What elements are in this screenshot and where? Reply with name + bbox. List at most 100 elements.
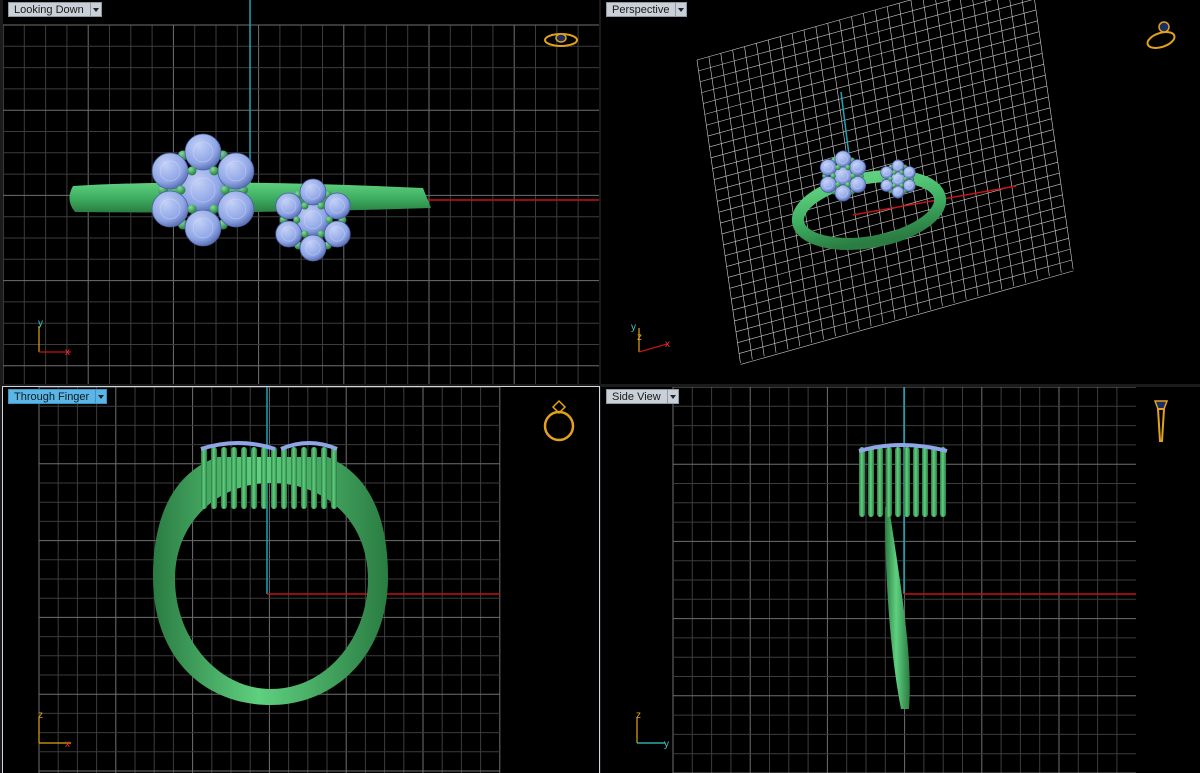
axis-label-b: x [65, 739, 70, 749]
viewport-title: Looking Down [8, 2, 90, 17]
gemstone [275, 220, 303, 248]
axis-label-a: y [38, 318, 43, 329]
prong [211, 447, 217, 509]
prong [281, 447, 287, 509]
prong [301, 447, 307, 509]
gemstone [819, 159, 837, 176]
axis-label-b: y [664, 739, 669, 749]
prong [231, 447, 237, 509]
prong [888, 176, 893, 182]
viewport-side-view[interactable]: Side View z y [601, 387, 1200, 773]
prong [886, 447, 892, 517]
viewport-menu-button[interactable] [89, 2, 102, 17]
ring-perspective-icon[interactable] [1143, 18, 1183, 52]
prong [325, 216, 333, 224]
gemstone [891, 185, 905, 199]
viewport-menu-button[interactable] [675, 2, 688, 17]
gemstone [184, 133, 222, 171]
prong [845, 164, 851, 171]
prong [835, 164, 841, 171]
chevron-down-icon [92, 7, 99, 12]
gemstone [891, 159, 905, 173]
ring-shank [885, 507, 910, 709]
gemstone [834, 184, 852, 202]
axis-label-a: z [636, 710, 641, 721]
gem-row [280, 441, 338, 451]
prong [331, 447, 337, 509]
ring-shank [153, 457, 388, 705]
prong [187, 204, 197, 214]
viewport-title: Through Finger [8, 389, 96, 404]
prong [311, 447, 317, 509]
prong [271, 447, 277, 509]
gemstone [323, 220, 351, 248]
axis-triad: y x [38, 318, 71, 358]
side-view-scene[interactable] [601, 387, 1200, 773]
viewport-looking-down[interactable]: Looking Down y x [3, 0, 599, 384]
prong [891, 170, 897, 175]
prong [176, 185, 186, 195]
viewport-tab-perspective[interactable]: Perspective [606, 2, 688, 17]
prong [859, 447, 865, 517]
gemstone [275, 192, 303, 220]
ring-front-view-icon[interactable] [541, 395, 577, 445]
prong [830, 173, 836, 179]
viewport-perspective[interactable]: Perspective y z x [601, 0, 1200, 384]
chevron-down-icon [98, 394, 105, 399]
viewport-tab-side-view[interactable]: Side View [606, 389, 679, 404]
prong [220, 185, 230, 195]
prong [293, 216, 301, 224]
prong [877, 447, 883, 517]
gemstone [299, 178, 327, 206]
axis-triad: z x [38, 710, 71, 749]
viewport-menu-button[interactable] [95, 389, 108, 404]
prong [261, 447, 267, 509]
prong [317, 230, 325, 238]
viewport-title: Side View [606, 389, 667, 404]
prong [291, 447, 297, 509]
prong [209, 166, 219, 176]
looking-down-scene[interactable] [3, 0, 599, 384]
viewport-tab-looking-down[interactable]: Looking Down [8, 2, 102, 17]
prong [317, 202, 325, 210]
axis-triad: y z x [631, 322, 670, 353]
prong [850, 173, 856, 179]
prong [221, 447, 227, 509]
prong [899, 170, 905, 175]
ring-top-view-icon[interactable] [541, 26, 581, 50]
gemstone [217, 152, 255, 190]
ring-side-view-icon[interactable] [1149, 395, 1173, 447]
through-finger-scene[interactable] [3, 387, 599, 773]
gemstone [151, 152, 189, 190]
gemstone [849, 176, 867, 193]
axis-label-c: z [637, 332, 642, 343]
gemstone [819, 176, 837, 193]
prong [899, 183, 905, 188]
prong [187, 166, 197, 176]
viewport-menu-button[interactable] [666, 389, 679, 404]
gemstone [151, 190, 189, 228]
prong [241, 447, 247, 509]
ring-band [791, 170, 947, 250]
prong [913, 447, 919, 517]
prong [845, 181, 851, 188]
gemstone [217, 190, 255, 228]
axis-triad: z y [636, 710, 669, 749]
prong [940, 447, 946, 517]
axis-label-b: x [665, 339, 670, 350]
prong [891, 183, 897, 188]
prong [903, 176, 908, 182]
perspective-scene[interactable] [601, 0, 1200, 384]
gemstone [880, 166, 894, 179]
gemstone [849, 159, 867, 176]
gemstone [834, 150, 852, 168]
viewport-through-finger[interactable]: Through Finger z x [2, 386, 600, 773]
chevron-down-icon [669, 394, 676, 399]
chevron-down-icon [678, 7, 685, 12]
gemstone [299, 234, 327, 262]
viewport-tab-through-finger[interactable]: Through Finger [8, 389, 108, 404]
prong-settings [858, 443, 948, 517]
axis-label-a: y [631, 322, 636, 333]
gemstone [880, 179, 894, 192]
gemstone [184, 209, 222, 247]
